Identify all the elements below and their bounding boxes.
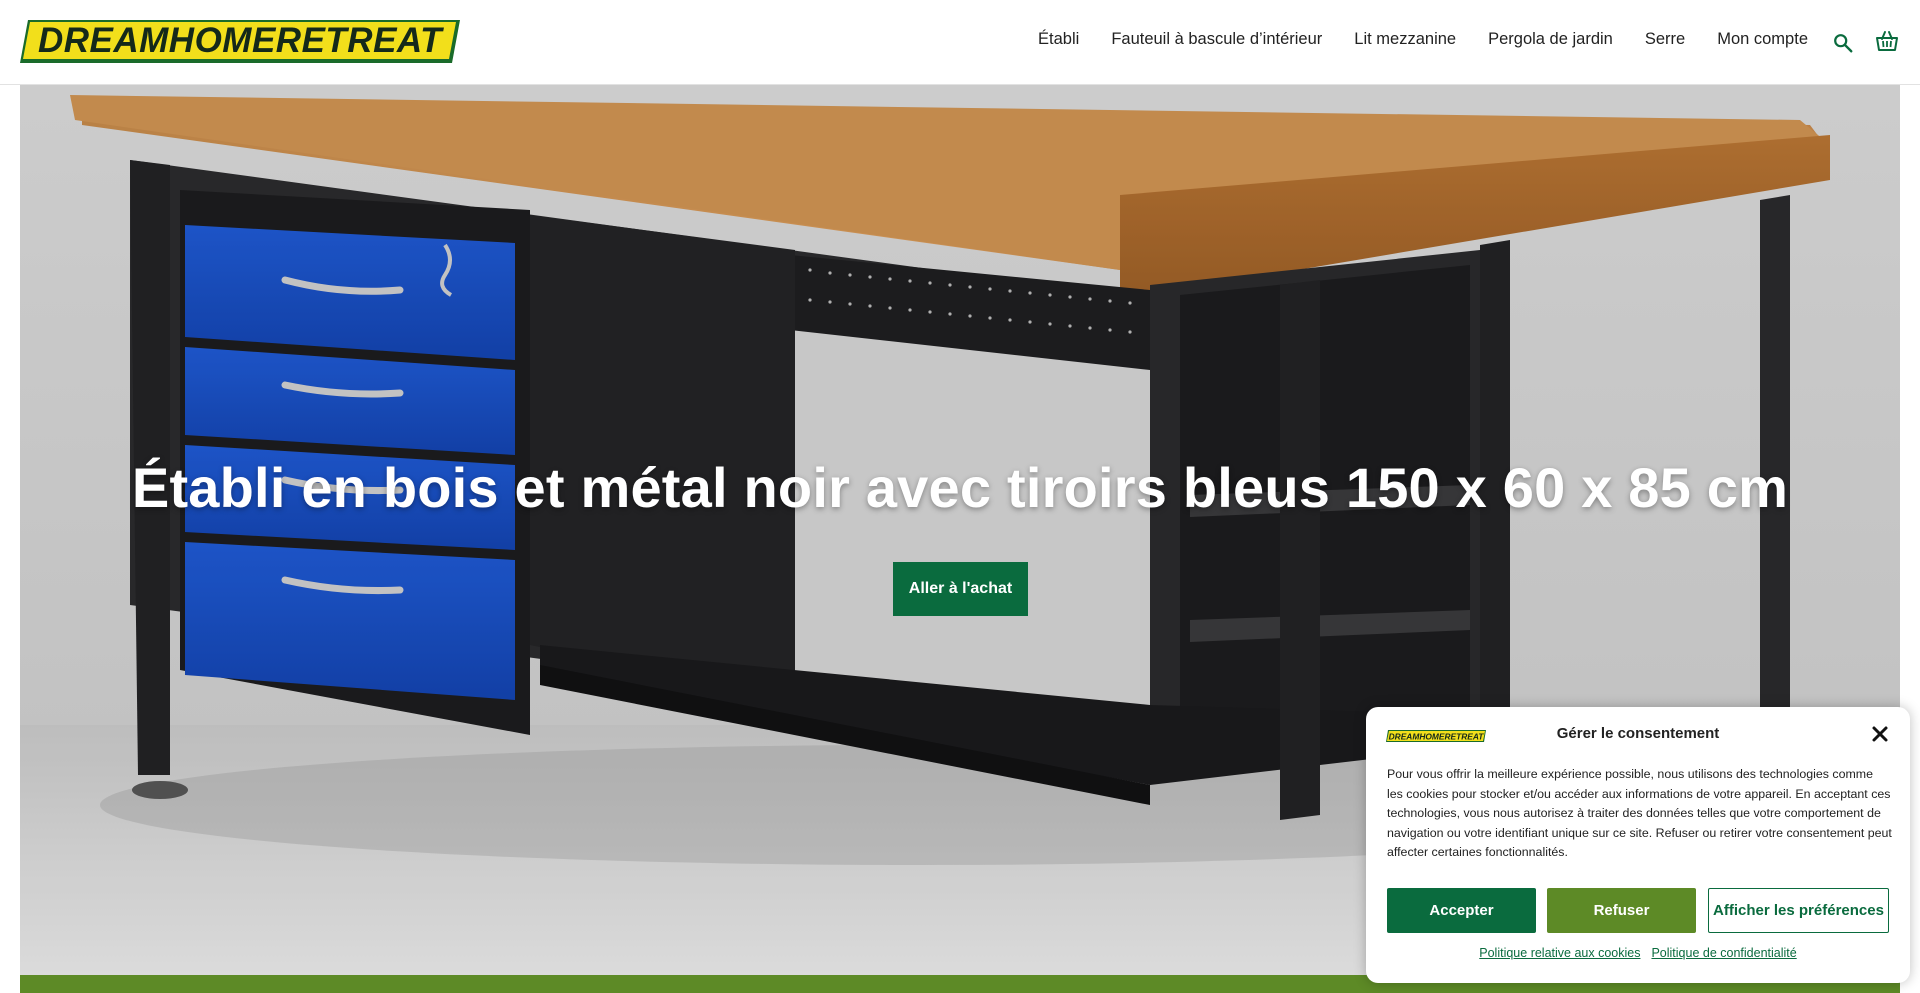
- search-icon: [1834, 34, 1853, 53]
- nav-item-pergola[interactable]: Pergola de jardin: [1488, 30, 1613, 49]
- site-logo[interactable]: DREAMHOMERETREAT: [20, 18, 460, 65]
- preferences-button[interactable]: Afficher les préférences: [1708, 888, 1889, 933]
- nav-item-fauteuil[interactable]: Fauteuil à bascule d’intérieur: [1111, 30, 1322, 49]
- svg-text:DREAMHOMERETREAT: DREAMHOMERETREAT: [38, 21, 444, 60]
- shop-now-button[interactable]: Aller à l'achat: [893, 562, 1028, 616]
- shopping-basket-icon: [1876, 31, 1898, 51]
- logo-graphic: DREAMHOMERETREAT: [20, 20, 460, 63]
- search-button[interactable]: [1832, 32, 1854, 54]
- nav-item-etabli[interactable]: Établi: [1038, 30, 1079, 49]
- close-icon: [1872, 726, 1888, 742]
- nav-item-lit-mezzanine[interactable]: Lit mezzanine: [1354, 30, 1456, 49]
- cart-button[interactable]: [1875, 29, 1899, 53]
- accept-button[interactable]: Accepter: [1387, 888, 1536, 933]
- site-header: DREAMHOMERETREAT Établi Fauteuil à bascu…: [0, 0, 1920, 85]
- nav-item-serre[interactable]: Serre: [1645, 30, 1685, 49]
- cookie-policy-link[interactable]: Politique relative aux cookies: [1479, 946, 1640, 960]
- refuse-button[interactable]: Refuser: [1547, 888, 1696, 933]
- close-button[interactable]: [1870, 724, 1890, 744]
- cookie-links: Politique relative aux cookies Politique…: [1366, 946, 1910, 960]
- main-nav: Établi Fauteuil à bascule d’intérieur Li…: [1038, 30, 1808, 49]
- cookie-consent-panel: DREAMHOMERETREAT Gérer le consentement P…: [1366, 707, 1910, 983]
- hero-title: Établi en bois et métal noir avec tiroir…: [131, 456, 1789, 519]
- privacy-policy-link[interactable]: Politique de confidentialité: [1651, 946, 1796, 960]
- nav-item-mon-compte[interactable]: Mon compte: [1717, 30, 1808, 49]
- cookie-description: Pour vous offrir la meilleure expérience…: [1387, 767, 1892, 860]
- cookie-title: Gérer le consentement: [1556, 725, 1720, 742]
